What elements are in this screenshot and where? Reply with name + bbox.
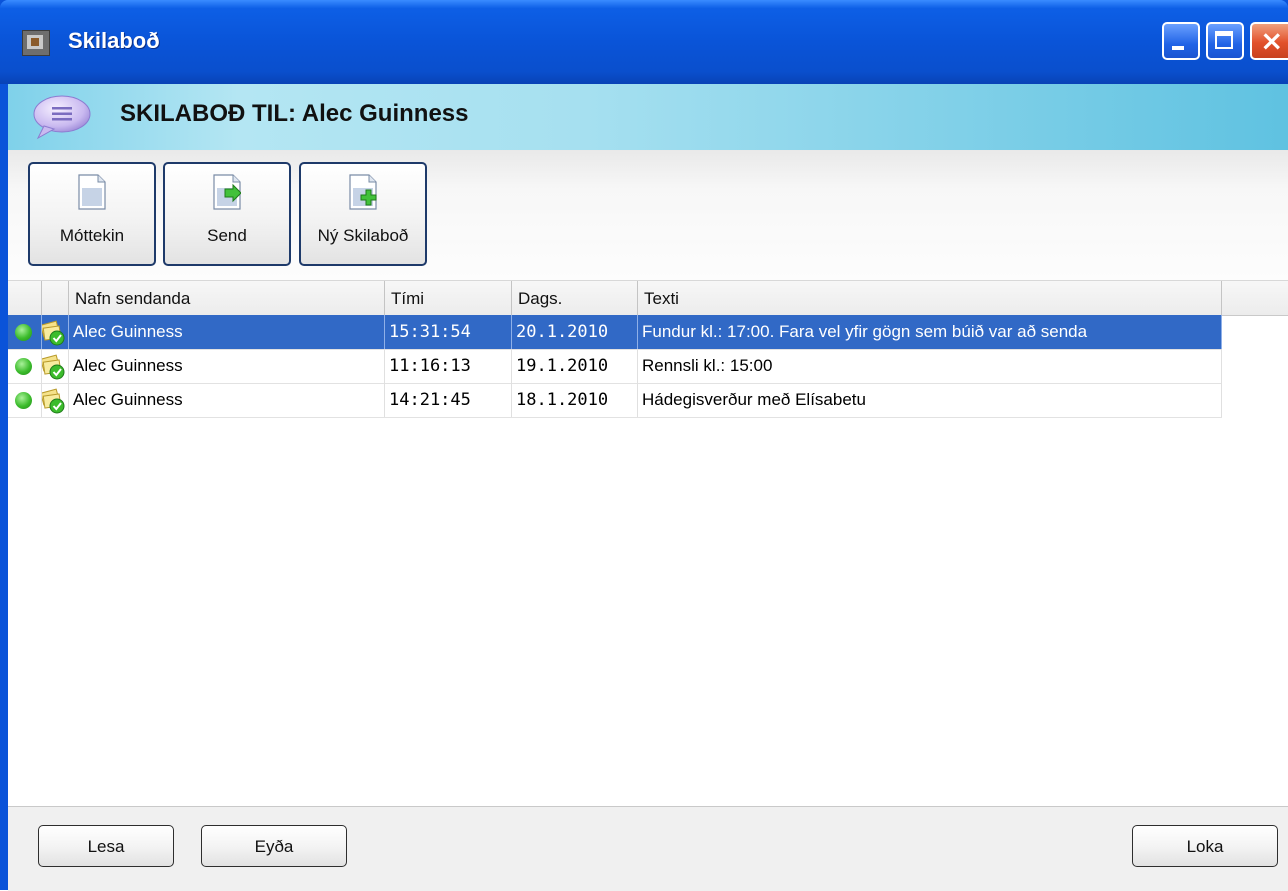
status-cell	[8, 315, 42, 349]
text-cell: Rennsli kl.: 15:00	[638, 349, 1222, 383]
sender-cell: Alec Guinness	[69, 349, 385, 383]
message-read-icon	[42, 320, 65, 346]
minimize-button[interactable]	[1162, 22, 1200, 60]
text-cell: Fundur kl.: 17:00. Fara vel yfir gögn se…	[638, 315, 1222, 349]
table-row[interactable]: Alec Guinness 15:31:54 20.1.2010 Fundur …	[8, 315, 1222, 350]
message-read-icon	[42, 388, 65, 414]
type-cell	[42, 315, 69, 349]
title-bar[interactable]: Skilaboð ×	[0, 0, 1288, 84]
type-cell	[42, 383, 69, 417]
column-header-sender[interactable]: Nafn sendanda	[69, 281, 385, 315]
new-message-button[interactable]: Ný Skilaboð	[299, 162, 427, 266]
document-new-icon	[349, 174, 377, 210]
client-area: SKILABOÐ TIL: Alec Guinness Móttekin Sen…	[8, 84, 1288, 891]
delete-button[interactable]: Eyða	[201, 825, 347, 867]
window-title: Skilaboð	[68, 28, 160, 53]
column-header-type[interactable]	[42, 281, 69, 315]
sender-cell: Alec Guinness	[69, 383, 385, 417]
status-dot-icon	[15, 358, 32, 375]
send-button[interactable]: Send	[163, 162, 291, 266]
app-window: Skilaboð × SKILABOÐ TIL: Alec Guinness M…	[0, 0, 1288, 891]
header-band: SKILABOÐ TIL: Alec Guinness	[8, 84, 1288, 150]
column-header-status[interactable]	[8, 281, 42, 315]
time-cell: 14:21:45	[385, 383, 512, 417]
send-label: Send	[207, 226, 247, 245]
toolbar: Móttekin Send Ný Skilaboð	[8, 150, 1288, 281]
column-header-time[interactable]: Tími	[385, 281, 512, 315]
header-title: SKILABOÐ TIL: Alec Guinness	[120, 100, 469, 127]
table-row[interactable]: Alec Guinness 11:16:13 19.1.2010 Rennsli…	[8, 349, 1222, 384]
text-cell: Hádegisverður með Elísabetu	[638, 383, 1222, 417]
column-header-text[interactable]: Texti	[638, 281, 1222, 315]
table-header: Nafn sendanda Tími Dags. Texti	[8, 281, 1288, 316]
status-cell	[8, 383, 42, 417]
date-cell: 18.1.2010	[512, 383, 638, 417]
received-label: Móttekin	[59, 226, 125, 245]
table-row[interactable]: Alec Guinness 14:21:45 18.1.2010 Hádegis…	[8, 383, 1222, 418]
status-dot-icon	[15, 392, 32, 409]
time-cell: 11:16:13	[385, 349, 512, 383]
date-cell: 20.1.2010	[512, 315, 638, 349]
maximize-icon	[1215, 31, 1233, 49]
sender-cell: Alec Guinness	[69, 315, 385, 349]
speech-bubble-icon	[33, 95, 91, 140]
app-icon	[22, 30, 50, 56]
document-send-icon	[213, 174, 241, 210]
received-button[interactable]: Móttekin	[28, 162, 156, 266]
status-cell	[8, 349, 42, 383]
document-icon	[78, 174, 106, 210]
message-read-icon	[42, 354, 65, 380]
type-cell	[42, 349, 69, 383]
date-cell: 19.1.2010	[512, 349, 638, 383]
new-message-label: Ný Skilaboð	[317, 226, 409, 245]
read-button[interactable]: Lesa	[38, 825, 174, 867]
minimize-icon	[1172, 46, 1184, 50]
column-header-date[interactable]: Dags.	[512, 281, 638, 315]
maximize-button[interactable]	[1206, 22, 1244, 60]
close-icon: ×	[1260, 24, 1284, 57]
status-dot-icon	[15, 324, 32, 341]
close-button[interactable]: Loka	[1132, 825, 1278, 867]
messages-table: Nafn sendanda Tími Dags. Texti Alec Guin…	[8, 281, 1288, 801]
close-window-button[interactable]: ×	[1250, 22, 1288, 60]
bottom-bar: Lesa Eyða Loka	[8, 806, 1288, 891]
time-cell: 15:31:54	[385, 315, 512, 349]
